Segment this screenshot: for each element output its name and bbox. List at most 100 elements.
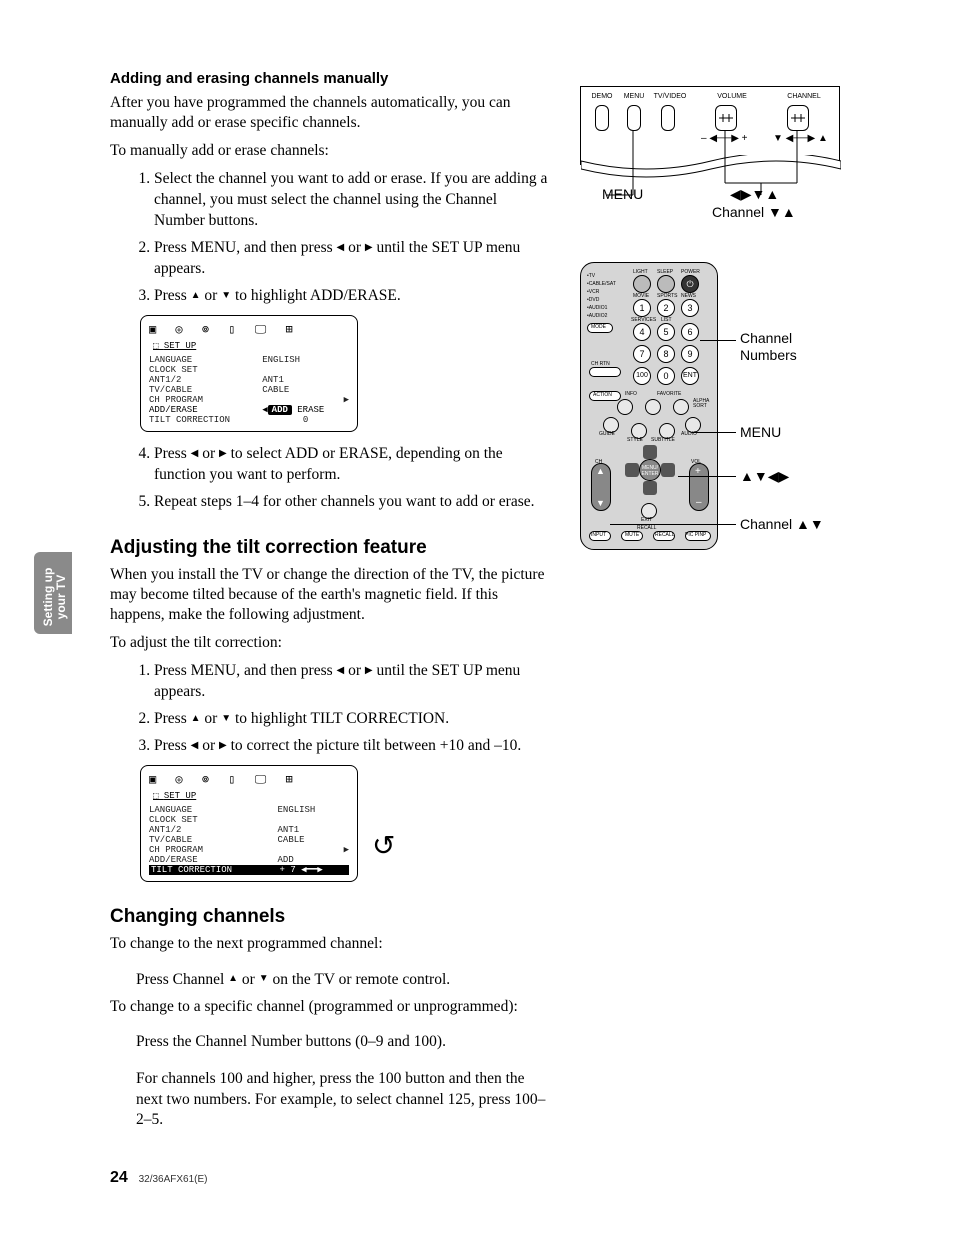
menu-enter-button: MENU/ENTER [639, 459, 661, 481]
text: or [201, 710, 222, 727]
osd-cell: ENGLISH [262, 355, 349, 365]
osd-cell-hl: TILT CORRECTION [149, 865, 278, 875]
osd-cell: CABLE [262, 385, 349, 395]
remote-small-label: FAVORITE [657, 391, 681, 397]
osd-icon-row: ▣ ◎ ⊚ ▯ 🖵 ⊞ [149, 772, 349, 787]
right-arrow-icon: ▶ [219, 447, 227, 461]
tab-line-2: your TV [54, 575, 68, 620]
panel-caption-menu: MENU [602, 186, 643, 202]
text: Press [154, 710, 191, 727]
text: Press MENU, and then press [154, 239, 337, 256]
exit-label: EXIT [641, 517, 652, 523]
steps-tilt: Press MENU, and then press ◀ or ▶ until … [110, 661, 550, 757]
remote-device: •AUDIO2 [587, 313, 627, 319]
num-8-button: 8 [657, 345, 675, 363]
right-arrow-icon: ▶ [365, 664, 373, 678]
up-arrow-icon: ▲ [596, 466, 605, 476]
panel-caption-channel: Channel ▼▲ [712, 204, 796, 220]
remote-device: •VCR [587, 289, 627, 295]
paragraph: After you have programmed the channels a… [110, 93, 550, 133]
paragraph: To adjust the tilt correction: [110, 633, 550, 653]
text: or [238, 971, 259, 988]
osd-setup-tilt: ▣ ◎ ⊚ ▯ 🖵 ⊞ ⬚ SET UP LANGUAGEENGLISH CLO… [140, 765, 358, 882]
remote-small-label: RECALL [655, 532, 674, 538]
dpad-down [643, 481, 657, 495]
text: or [201, 287, 222, 304]
step: Press ◀ or ▶ to select ADD or ERASE, dep… [154, 444, 550, 486]
callout-channel-numbers: Channel Numbers [740, 330, 797, 364]
osd-cell: 0 [262, 415, 349, 425]
step: Select the channel you want to add or er… [154, 169, 550, 232]
osd-cell: CH PROGRAM [149, 395, 262, 405]
paragraph: For channels 100 and higher, press the 1… [136, 1069, 550, 1132]
osd-highlighted: ADD [268, 405, 292, 415]
osd-cell: ◀ADD ERASE [262, 405, 349, 415]
paragraph: When you install the TV or change the di… [110, 565, 550, 625]
remote-small-label: CH RTN [591, 361, 610, 367]
mode-label: MODE [591, 324, 606, 330]
step: Press MENU, and then press ◀ or ▶ until … [154, 238, 550, 280]
text: Press [154, 287, 191, 304]
heading-changing-channels: Changing channels [110, 906, 550, 928]
remote-small-label: INPUT [591, 532, 606, 538]
callout-line [678, 476, 736, 477]
paragraph: To manually add or erase channels: [110, 141, 550, 161]
text: on the TV or remote control. [269, 971, 451, 988]
osd-cell: ▶ [262, 395, 349, 405]
osd-cell: TILT CORRECTION [149, 415, 262, 425]
down-arrow-icon: ▼ [259, 972, 269, 986]
osd-cell-hl: + 7 ◀━━▶ [278, 865, 349, 875]
text: Press MENU, and then press [154, 662, 337, 679]
remote-diagram: •TV •CABLE/SAT •VCR •DVD •AUDIO1 •AUDIO2… [580, 262, 718, 550]
num-7-button: 7 [633, 345, 651, 363]
remote-device: •AUDIO1 [587, 305, 627, 311]
remote-device: •TV [587, 273, 627, 279]
text: Press [154, 737, 191, 754]
tab-line-1: Setting up [41, 568, 55, 627]
num-100-button: 100 [633, 367, 651, 385]
text: or [344, 662, 365, 679]
osd-cell: CABLE [278, 835, 349, 845]
osd-cell: ANT1 [262, 375, 349, 385]
osd-cell: ANT1/2 [149, 375, 262, 385]
osd-cell: ▶ [278, 845, 349, 855]
panel-caption-arrows: ◀▶▼▲ [730, 186, 779, 203]
callout-arrows: ▲▼◀▶ [740, 468, 789, 485]
text: or [198, 445, 219, 462]
down-arrow-icon: ▼ [221, 712, 231, 726]
num-3-button: 3 [681, 299, 699, 317]
callout-line [700, 340, 736, 341]
remote-small-label: GUIDE [599, 431, 615, 437]
callout-channel: Channel ▲▼ [740, 516, 824, 533]
remote-small-label: INFO [625, 391, 637, 397]
osd-cell: LANGUAGE [149, 805, 278, 815]
left-arrow-icon: ◀ [337, 664, 345, 678]
text: or [198, 737, 219, 754]
paragraph: Press Channel ▲ or ▼ on the TV or remote… [136, 970, 550, 991]
osd-cell: ADD/ERASE [149, 405, 262, 415]
minus-icon: – [696, 497, 702, 508]
up-arrow-icon: ▲ [191, 712, 201, 726]
channel-rocker: ▲ ▼ [591, 463, 611, 511]
up-arrow-icon: ▲ [191, 289, 201, 303]
num-2-button: 2 [657, 299, 675, 317]
osd-cell: CH PROGRAM [149, 845, 278, 855]
remote-small-label: STYLE [627, 437, 643, 443]
osd-cell [262, 365, 349, 375]
recall-label: RECALL [637, 525, 656, 531]
favorite-round-button [645, 399, 661, 415]
num-4-button: 4 [633, 323, 651, 341]
step: Press ▲ or ▼ to highlight TILT CORRECTIO… [154, 709, 550, 730]
callout-line [610, 524, 736, 525]
chrtn-button [589, 367, 621, 377]
paragraph: Press the Channel Number buttons (0–9 an… [136, 1032, 550, 1053]
step: Press MENU, and then press ◀ or ▶ until … [154, 661, 550, 703]
page-footer: 24 32/36AFX61(E) [110, 1169, 208, 1187]
heading-tilt: Adjusting the tilt correction feature [110, 537, 550, 559]
callout-menu: MENU [740, 424, 781, 441]
remote-small-label: SUBTITLE [651, 437, 675, 443]
tilt-arrow-icon: ↺ [372, 829, 395, 863]
light-button [633, 275, 651, 293]
osd-cell: ERASE [297, 405, 324, 415]
model-code: 32/36AFX61(E) [139, 1174, 208, 1185]
